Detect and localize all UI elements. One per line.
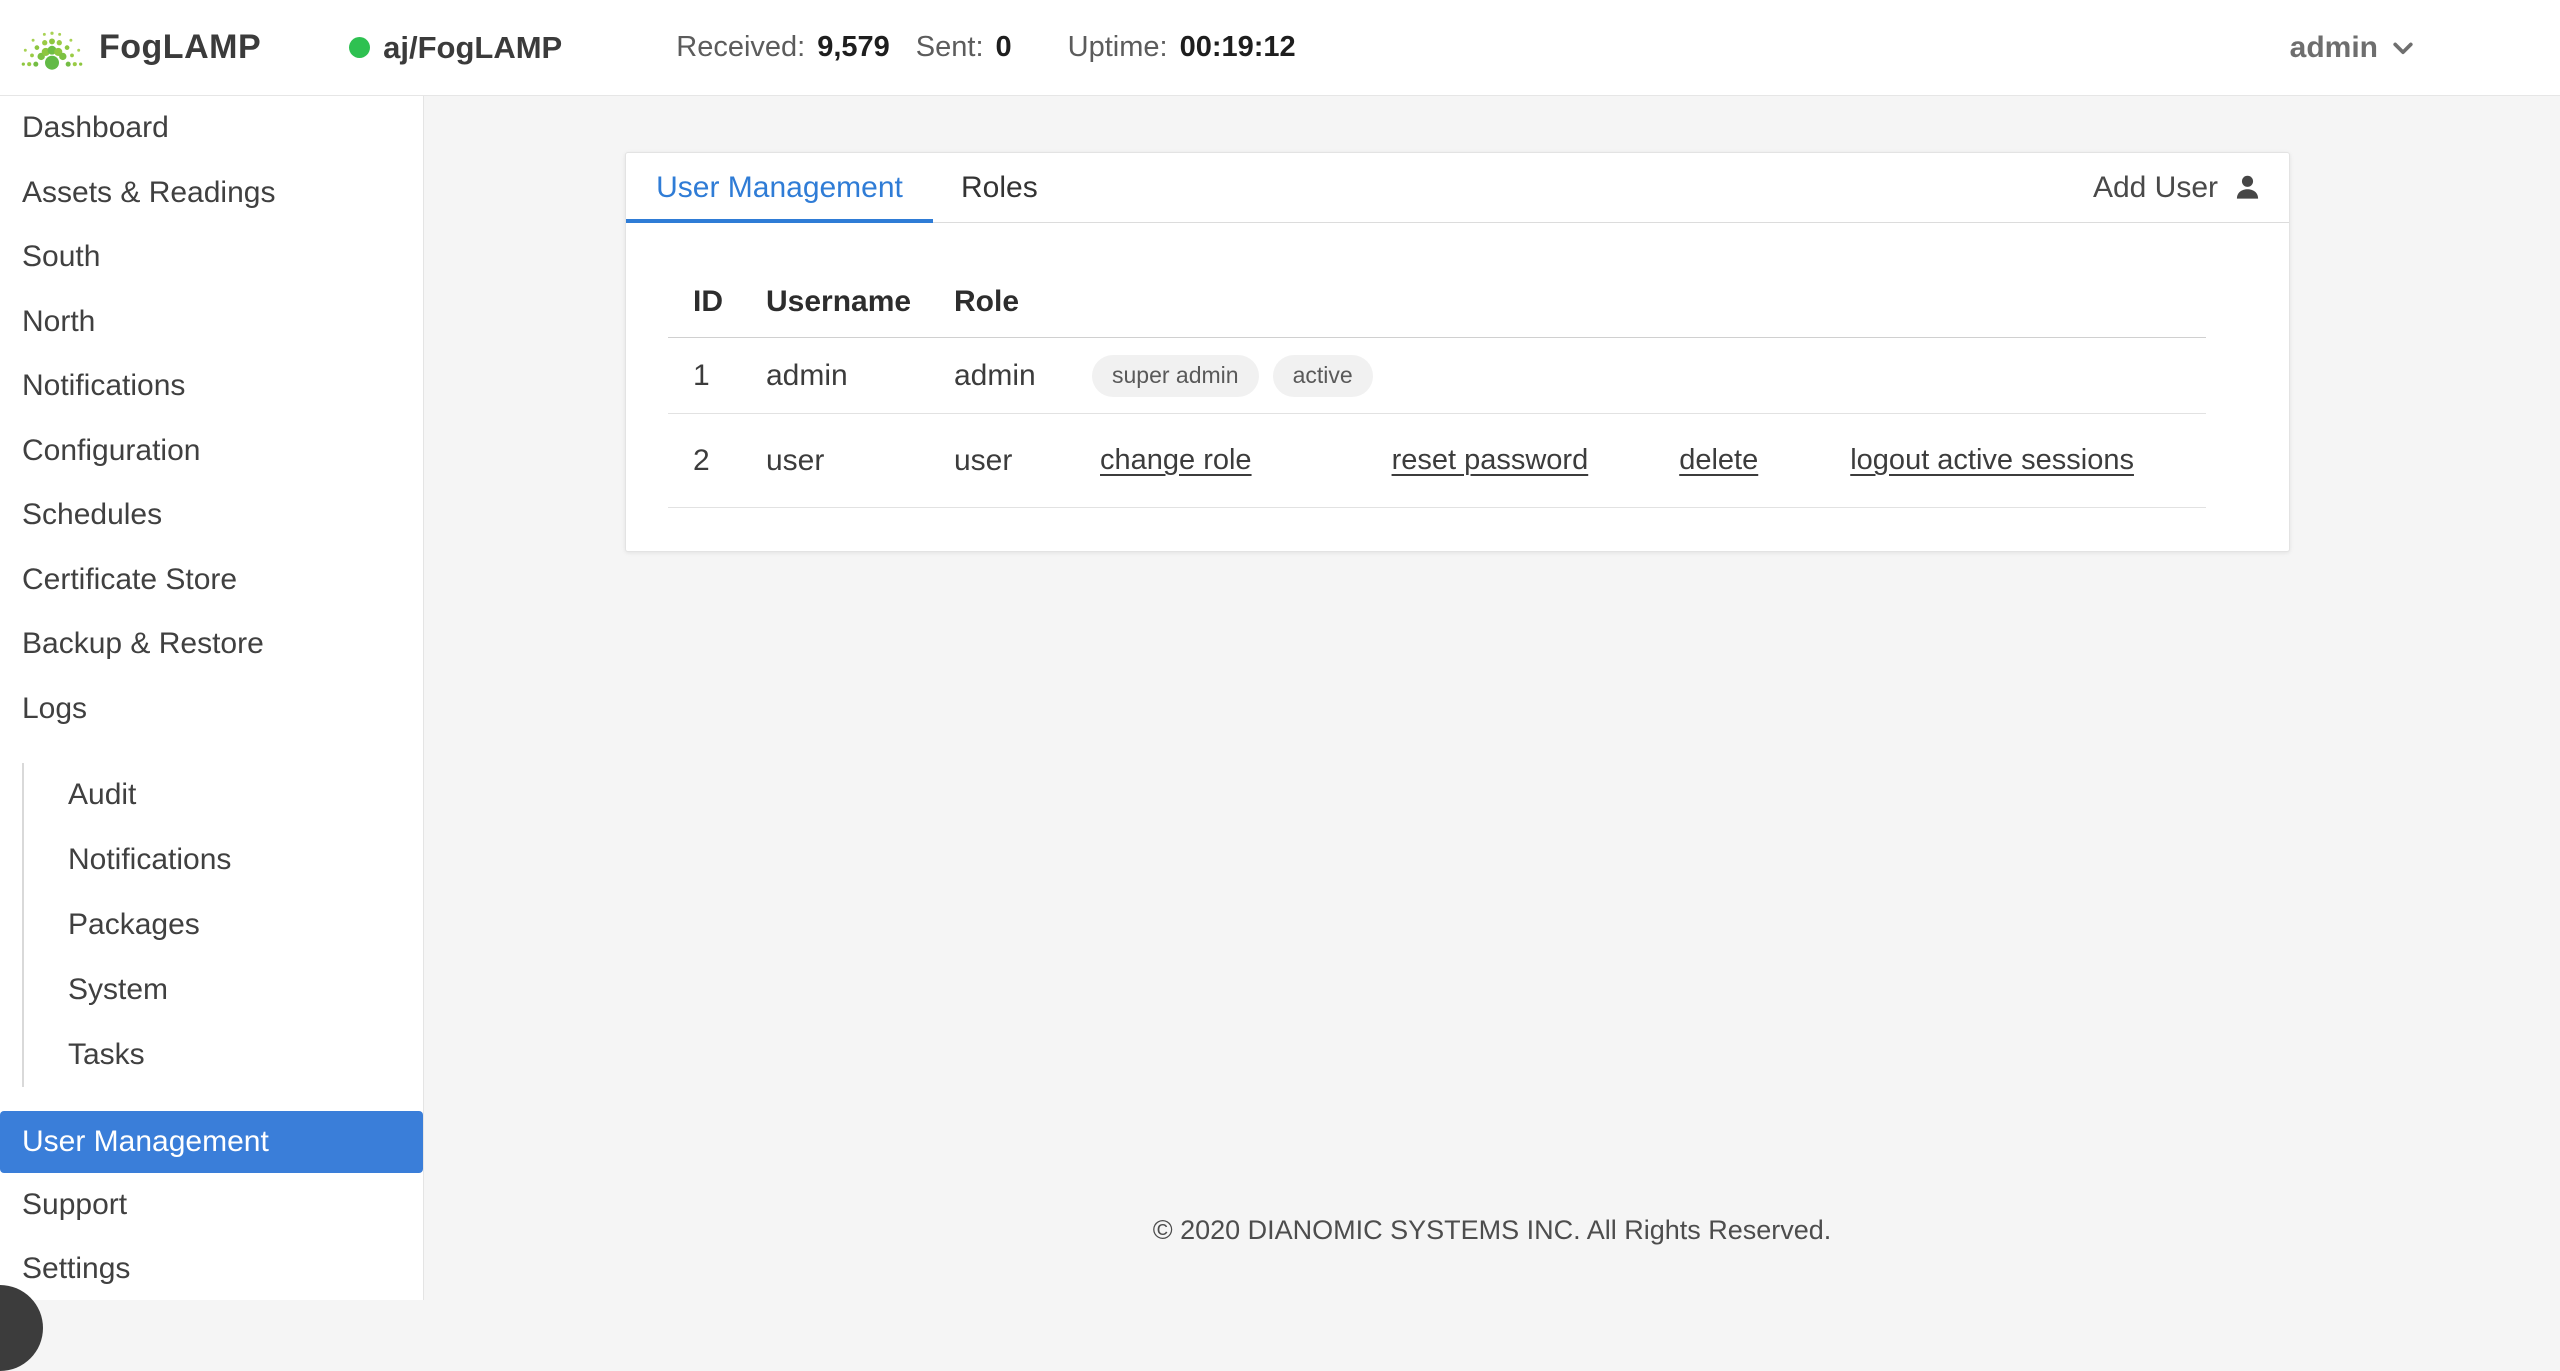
- main-content: User Management Roles Add User ID Userna…: [424, 96, 2560, 1300]
- sidebar-item-schedules[interactable]: Schedules: [0, 483, 423, 548]
- col-header-username: Username: [766, 284, 912, 318]
- stat-received: Received: 9,579: [676, 31, 890, 64]
- sidebar-item-backup-restore[interactable]: Backup & Restore: [0, 612, 423, 677]
- stat-uptime-value: 00:19:12: [1179, 31, 1296, 63]
- sidebar-item-notifications[interactable]: Notifications: [0, 354, 423, 419]
- sidebar-item-north[interactable]: North: [0, 290, 423, 355]
- sidebar-subitem-tasks[interactable]: Tasks: [24, 1022, 423, 1087]
- stat-received-value: 9,579: [817, 31, 890, 63]
- service-status-dot-icon: [349, 37, 371, 58]
- sidebar-item-assets-readings[interactable]: Assets & Readings: [0, 161, 423, 226]
- admin-badges: super admin active: [1092, 354, 1373, 397]
- person-icon: [2236, 175, 2259, 199]
- sidebar-item-configuration[interactable]: Configuration: [0, 419, 423, 484]
- stat-uptime: Uptime: 00:19:12: [1068, 31, 1296, 64]
- stat-sent-value: 0: [995, 31, 1012, 63]
- copyright-footer: © 2020 DIANOMIC SYSTEMS INC. All Rights …: [1152, 1215, 1832, 1245]
- app-title: FogLAMP: [99, 28, 262, 66]
- sidebar-subitem-packages[interactable]: Packages: [24, 893, 423, 958]
- sidebar-item-user-management[interactable]: User Management: [0, 1110, 423, 1173]
- tab-user-management[interactable]: User Management: [626, 153, 933, 223]
- header-stats: Received: 9,579 Sent: 0 Uptime: 00:19:12: [676, 31, 1295, 64]
- table-row-admin: 1 admin admin super admin active: [668, 338, 2206, 414]
- stat-uptime-label: Uptime:: [1067, 31, 1168, 63]
- table-row-user: 2 user user change role reset password d…: [668, 414, 2206, 508]
- cell-username: admin: [766, 358, 848, 392]
- logs-submenu: Audit Notifications Packages System Task…: [22, 763, 423, 1087]
- delete-link[interactable]: delete: [1679, 444, 1758, 477]
- reset-password-link[interactable]: reset password: [1392, 444, 1589, 477]
- stat-received-label: Received:: [676, 31, 806, 63]
- cell-role: user: [954, 443, 1013, 477]
- chevron-down-icon: [2393, 42, 2413, 54]
- sidebar-item-logs[interactable]: Logs: [0, 677, 423, 742]
- tab-roles[interactable]: Roles: [933, 171, 1066, 205]
- sidebar-item-support[interactable]: Support: [0, 1173, 423, 1237]
- cell-id: 1: [693, 358, 710, 392]
- badge-super-admin: super admin: [1092, 354, 1259, 397]
- users-table: ID Username Role 1 admin admin super adm…: [668, 266, 2206, 508]
- stat-sent-label: Sent:: [915, 31, 984, 63]
- col-header-role: Role: [954, 284, 1020, 318]
- cell-id: 2: [693, 443, 710, 477]
- brand: FogLAMP: [21, 23, 261, 73]
- tab-bar: User Management Roles Add User: [626, 153, 2289, 223]
- sidebar-subitem-system[interactable]: System: [24, 957, 423, 1022]
- cell-username: user: [766, 443, 825, 477]
- logout-active-sessions-link[interactable]: logout active sessions: [1850, 444, 2134, 477]
- user-management-card: User Management Roles Add User ID Userna…: [625, 152, 2290, 552]
- sidebar-item-settings[interactable]: Settings: [0, 1237, 423, 1301]
- badge-active: active: [1272, 354, 1373, 397]
- add-user-label: Add User: [2092, 170, 2218, 204]
- table-header-row: ID Username Role: [668, 266, 2206, 338]
- foglamp-logo-icon: [21, 31, 83, 70]
- sidebar-item-certificate-store[interactable]: Certificate Store: [0, 548, 423, 613]
- user-menu-label: admin: [2289, 30, 2378, 64]
- user-menu-dropdown[interactable]: admin: [2290, 31, 2420, 65]
- col-header-id: ID: [693, 284, 723, 318]
- add-user-button[interactable]: Add User: [2093, 171, 2263, 205]
- sidebar: Dashboard Assets & Readings South North …: [0, 96, 424, 1300]
- sidebar-subitem-audit[interactable]: Audit: [24, 763, 423, 828]
- sidebar-item-south[interactable]: South: [0, 225, 423, 290]
- stat-sent: Sent: 0: [916, 31, 1012, 64]
- service-status: aj/FogLAMP: [349, 30, 562, 66]
- sidebar-subitem-notifications[interactable]: Notifications: [24, 828, 423, 893]
- service-name: aj/FogLAMP: [383, 29, 563, 65]
- sidebar-item-dashboard[interactable]: Dashboard: [0, 96, 423, 161]
- cell-role: admin: [954, 358, 1036, 392]
- change-role-link[interactable]: change role: [1100, 444, 1252, 477]
- top-header: FogLAMP aj/FogLAMP Received: 9,579 Sent:…: [0, 0, 2560, 96]
